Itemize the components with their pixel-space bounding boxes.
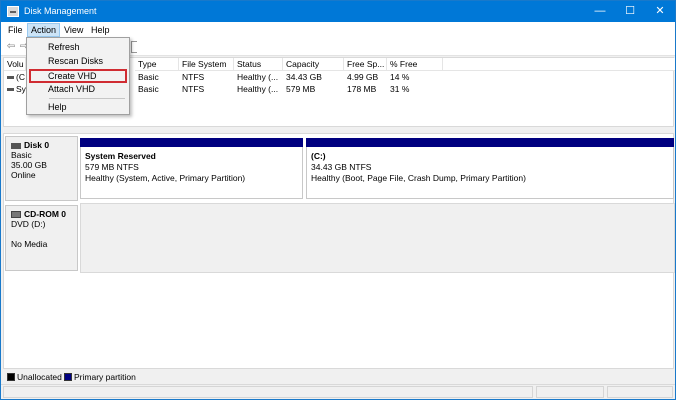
action-dropdown-menu: Refresh Rescan Disks Create VHD Attach V… xyxy=(26,37,130,115)
cd-rom-icon xyxy=(11,211,21,219)
disk-0-type: Basic xyxy=(11,150,32,160)
cell-capacity: 34.43 GB xyxy=(286,72,322,82)
cell-free-space: 4.99 GB xyxy=(347,72,379,82)
menu-item-rescan-disks[interactable]: Rescan Disks xyxy=(29,55,127,68)
column-header-volume[interactable]: Volu xyxy=(4,58,26,71)
cd-rom-0-area[interactable] xyxy=(80,203,675,273)
volume-icon xyxy=(7,88,14,92)
cd-rom-0-type: DVD (D:) xyxy=(11,219,46,229)
window-title: Disk Management xyxy=(24,6,97,16)
cd-rom-0-name: CD-ROM 0 xyxy=(24,209,67,219)
column-header-capacity[interactable]: Capacity xyxy=(283,58,344,71)
disk-0-size: 35.00 GB xyxy=(11,160,47,170)
cell-type: Basic xyxy=(138,72,159,82)
status-segment xyxy=(607,386,673,398)
cell-status: Healthy (... xyxy=(237,84,279,94)
status-bar xyxy=(1,384,675,399)
cell-type: Basic xyxy=(138,84,159,94)
partition-name: System Reserved xyxy=(85,151,156,161)
disk-icon xyxy=(11,142,21,149)
cell-free-space: 178 MB xyxy=(347,84,377,94)
partition-status: Healthy (Boot, Page File, Crash Dump, Pr… xyxy=(311,173,526,183)
partition-c-drive[interactable]: (C:) 34.43 GB NTFS Healthy (Boot, Page F… xyxy=(306,138,674,199)
disk-0-state: Online xyxy=(11,170,36,180)
primary-partition-swatch xyxy=(64,373,72,381)
menu-separator xyxy=(49,98,125,99)
minimize-button[interactable]: — xyxy=(585,1,615,22)
menu-item-attach-vhd[interactable]: Attach VHD xyxy=(29,83,127,96)
legend-primary-partition: Primary partition xyxy=(74,372,136,382)
column-header-free-space[interactable]: Free Sp... xyxy=(344,58,387,71)
toolbar-icon[interactable] xyxy=(131,41,137,53)
back-arrow-icon[interactable]: ⇦ xyxy=(5,41,17,53)
disk-graphical-view: Disk 0 Basic 35.00 GB Online System Rese… xyxy=(3,133,675,369)
disk-management-app-icon xyxy=(7,6,19,17)
cd-rom-0-media: No Media xyxy=(11,239,48,249)
partition-size: 34.43 GB NTFS xyxy=(311,162,372,172)
partition-system-reserved[interactable]: System Reserved 579 MB NTFS Healthy (Sys… xyxy=(80,138,303,199)
status-segment xyxy=(536,386,604,398)
menu-file[interactable]: File xyxy=(5,24,26,37)
unallocated-swatch xyxy=(7,373,15,381)
partition-size: 579 MB NTFS xyxy=(85,162,139,172)
disk-0-label[interactable]: Disk 0 Basic 35.00 GB Online xyxy=(5,136,78,201)
partition-status: Healthy (System, Active, Primary Partiti… xyxy=(85,173,246,183)
menu-help[interactable]: Help xyxy=(88,24,113,37)
disk-management-window: Disk Management — ☐ ✕ File Action View H… xyxy=(0,0,676,400)
cell-percent-free: 14 % xyxy=(390,72,410,82)
partition-bar xyxy=(80,138,303,147)
cell-file-system: NTFS xyxy=(182,84,205,94)
status-segment xyxy=(3,386,533,398)
menu-view[interactable]: View xyxy=(61,24,86,37)
menu-action[interactable]: Action xyxy=(27,23,61,37)
cell-percent-free: 31 % xyxy=(390,84,410,94)
column-header-status[interactable]: Status xyxy=(234,58,283,71)
legend-unallocated: Unallocated xyxy=(17,372,62,382)
close-button[interactable]: ✕ xyxy=(645,1,675,22)
volume-icon xyxy=(7,76,14,80)
column-header-percent-free[interactable]: % Free xyxy=(387,58,443,71)
menu-item-create-vhd[interactable]: Create VHD xyxy=(29,69,127,83)
title-bar[interactable]: Disk Management — ☐ ✕ xyxy=(1,1,675,22)
menu-bar: File Action View Help xyxy=(1,22,675,38)
partition-bar xyxy=(306,138,674,147)
cell-status: Healthy (... xyxy=(237,72,279,82)
partition-name: (C:) xyxy=(311,151,326,161)
cd-rom-0-label[interactable]: CD-ROM 0 DVD (D:) No Media xyxy=(5,205,78,271)
menu-item-help[interactable]: Help xyxy=(29,101,127,114)
disk-0-name: Disk 0 xyxy=(24,140,50,150)
column-header-type[interactable]: Type xyxy=(135,58,179,71)
cell-file-system: NTFS xyxy=(182,72,205,82)
cell-capacity: 579 MB xyxy=(286,84,316,94)
menu-item-refresh[interactable]: Refresh xyxy=(29,41,127,54)
column-header-filler xyxy=(443,58,675,71)
column-header-file-system[interactable]: File System xyxy=(179,58,234,71)
maximize-button[interactable]: ☐ xyxy=(615,1,645,22)
legend: Unallocated Primary partition xyxy=(1,370,675,384)
